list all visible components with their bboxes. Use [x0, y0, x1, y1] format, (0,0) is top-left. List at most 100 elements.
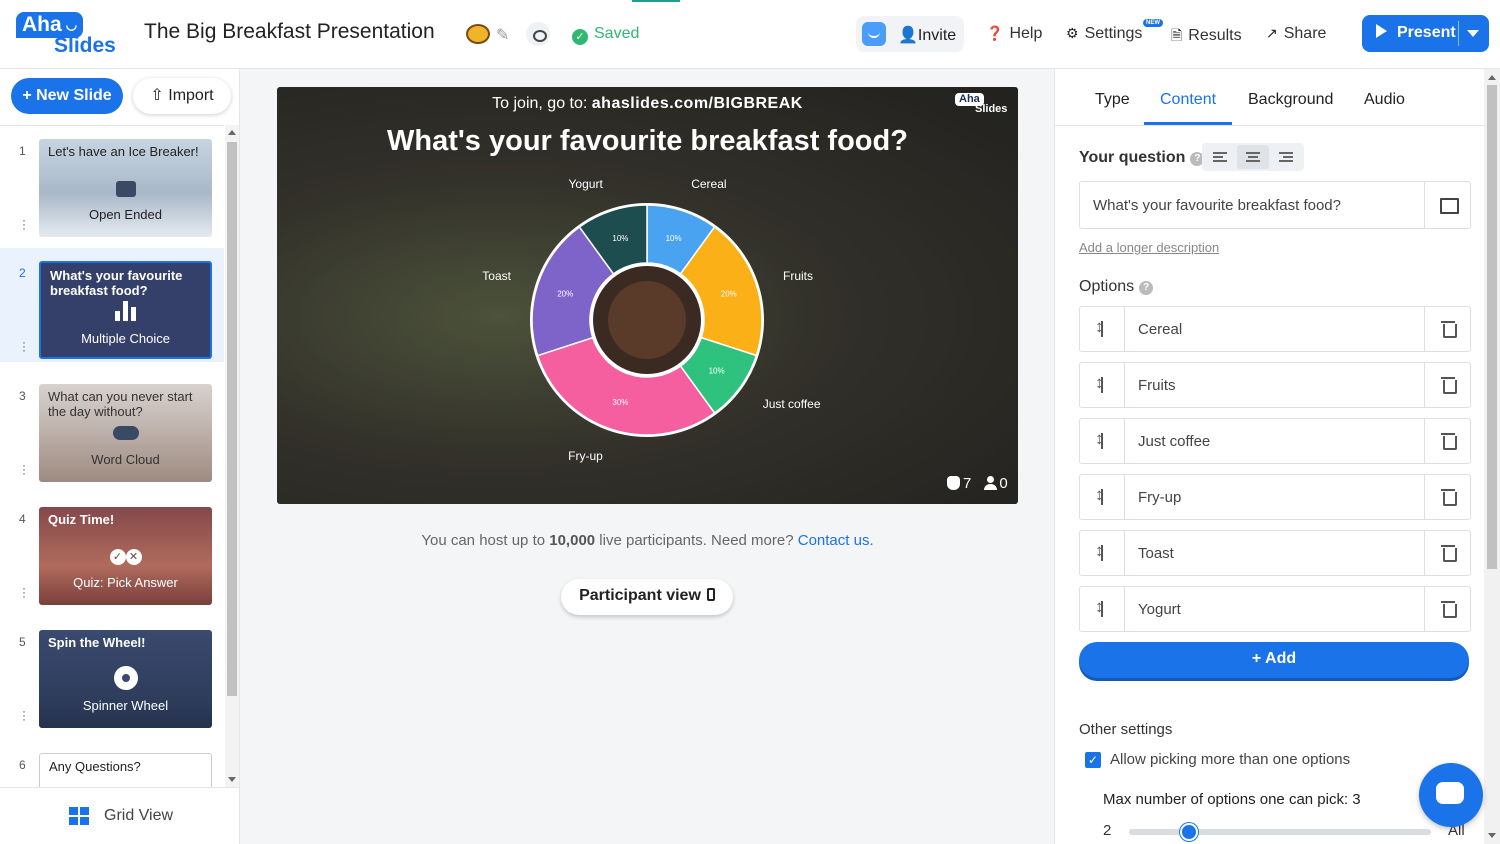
drag-handle-icon[interactable] [1080, 419, 1125, 463]
app-logo[interactable]: Aha ◡ Slides [16, 12, 124, 58]
slide-item-active[interactable]: 2 · · · What's your favourite breakfast fo… [0, 248, 224, 362]
preview-eye-icon[interactable] [526, 22, 550, 46]
chevron-down-icon[interactable] [1467, 30, 1479, 37]
scroll-thumb[interactable] [1487, 85, 1497, 569]
new-slide-button[interactable]: + New Slide [11, 78, 123, 114]
contact-us-link[interactable]: Contact us. [798, 532, 874, 549]
option-input[interactable]: Just coffee [1138, 433, 1210, 450]
open-ended-icon [115, 181, 136, 197]
option-input[interactable]: Fry-up [1138, 489, 1181, 506]
help-button[interactable]: ❓ Help [986, 25, 1042, 43]
option-input[interactable]: Cereal [1138, 321, 1182, 338]
settings-button[interactable]: ⚙ Settings [1066, 25, 1142, 43]
trash-icon[interactable] [1424, 307, 1471, 351]
presentation-title[interactable]: The Big Breakfast Presentation [144, 20, 435, 44]
slide-item[interactable]: 1 · · · Let's have an Ice Breaker! Open En… [0, 126, 224, 240]
slice-value-label: 10% [709, 367, 725, 376]
slide-item[interactable]: 3 · · · What can you never start the day w… [0, 371, 224, 485]
options-label: Options? [1079, 278, 1154, 296]
max-options-slider[interactable] [1129, 829, 1431, 835]
invite-group[interactable]: 👤Invite [856, 16, 964, 52]
grid-view-button[interactable]: Grid View [0, 787, 240, 844]
sidebar-scrollbar[interactable] [225, 125, 239, 787]
chatbot-icon[interactable] [862, 22, 886, 46]
trash-icon[interactable] [1424, 587, 1471, 631]
option-row[interactable]: Fry-up [1079, 474, 1471, 520]
question-input[interactable]: What's your favourite breakfast food? [1079, 181, 1471, 229]
slide-thumbnail[interactable]: Quiz Time! ✓ ✕ Quiz: Pick Answer [39, 507, 212, 605]
slide-type: Open Ended [88, 207, 162, 222]
option-row[interactable]: Toast [1079, 530, 1471, 576]
align-right-button[interactable] [1270, 145, 1302, 169]
logo-bottom: Slides [54, 34, 116, 57]
help-icon[interactable]: ? [1139, 281, 1154, 295]
scroll-up-icon[interactable] [228, 130, 236, 135]
trash-icon[interactable] [1424, 475, 1471, 519]
share-button[interactable]: ↗ Share [1266, 25, 1326, 43]
invite-button[interactable]: 👤Invite [898, 25, 956, 45]
align-left-button[interactable] [1204, 145, 1236, 169]
image-icon[interactable] [1424, 182, 1471, 228]
participant-view-button[interactable]: Participant view [561, 579, 733, 615]
results-donut-chart: 10% Cereal 20% Fruits 10% Just coffee 30% Fry-u… [482, 177, 821, 463]
option-row[interactable]: Fruits [1079, 362, 1471, 408]
slide-thumbnail[interactable]: Spin the Wheel! Spinner Wheel [39, 630, 212, 728]
slide-item[interactable]: 6 Any Questions? [0, 740, 224, 787]
drag-handle-icon[interactable] [1080, 475, 1125, 519]
tab-background[interactable]: Background [1248, 91, 1333, 109]
slide-thumbnail[interactable]: Any Questions? [39, 753, 212, 787]
panel-scrollbar[interactable] [1484, 69, 1500, 844]
progress-accent [632, 0, 680, 2]
slider-handle[interactable] [1180, 823, 1199, 841]
option-input[interactable]: Toast [1138, 545, 1174, 562]
drag-handle-icon[interactable]: · · · [22, 336, 26, 356]
drag-handle-icon[interactable] [1080, 531, 1125, 575]
slide-item[interactable]: 5 · · · Spin the Wheel! Spinner Wheel [0, 617, 224, 731]
slice-value-label: 10% [666, 234, 682, 243]
drag-handle-icon[interactable] [1080, 587, 1125, 631]
scroll-up-icon[interactable] [1488, 75, 1496, 80]
tab-content[interactable]: Content [1160, 91, 1216, 109]
scroll-thumb[interactable] [227, 142, 237, 696]
add-option-button[interactable]: + Add [1079, 642, 1469, 678]
drag-handle-icon[interactable] [1080, 307, 1125, 351]
allow-multiple-checkbox[interactable]: ✓ [1085, 752, 1101, 768]
align-center-button[interactable] [1237, 145, 1269, 169]
slide-thumbnail[interactable]: What's your favourite breakfast food? Mu… [39, 261, 212, 359]
slide-thumbnail[interactable]: What can you never start the day without… [39, 384, 212, 482]
scroll-down-icon[interactable] [1488, 833, 1496, 838]
scroll-down-icon[interactable] [228, 777, 236, 782]
slide-thumbnail[interactable]: Let's have an Ice Breaker! Open Ended [39, 139, 212, 237]
trash-icon[interactable] [1424, 363, 1471, 407]
option-row[interactable]: Just coffee [1079, 418, 1471, 464]
trash-icon[interactable] [1424, 419, 1471, 463]
tab-type[interactable]: Type [1095, 91, 1130, 109]
edit-title-icon[interactable]: ✎ [496, 25, 509, 45]
slide-title: Quiz Time! [48, 512, 115, 527]
present-button[interactable]: Present [1362, 15, 1489, 52]
results-button[interactable]: 🗎 Results [1171, 25, 1242, 49]
slide-title: Let's have an Ice Breaker! [48, 144, 199, 159]
grid-icon [69, 807, 89, 825]
option-input[interactable]: Yogurt [1138, 601, 1181, 618]
text-align-group [1202, 143, 1304, 171]
option-row[interactable]: Yogurt [1079, 586, 1471, 632]
add-user-icon: 👤 [898, 27, 918, 44]
slide-type: Multiple Choice [81, 331, 170, 346]
drag-handle-icon[interactable] [1080, 363, 1125, 407]
other-settings-label: Other settings [1079, 721, 1173, 738]
drag-handle-icon[interactable]: · · · [22, 582, 26, 602]
trash-icon[interactable] [1424, 531, 1471, 575]
add-description-link[interactable]: Add a longer description [1079, 240, 1219, 255]
drag-handle-icon[interactable]: · · · [22, 705, 26, 725]
question-label: Your question? [1079, 149, 1205, 167]
import-button[interactable]: ⇧ Import [133, 78, 231, 114]
option-row[interactable]: Cereal [1079, 306, 1471, 352]
drag-handle-icon[interactable]: · · · [22, 459, 26, 479]
slide-preview[interactable]: To join, go to: ahaslides.com/BIGBREAK A… [277, 87, 1018, 504]
tab-audio[interactable]: Audio [1364, 91, 1405, 109]
support-chat-icon[interactable] [1419, 763, 1483, 827]
option-input[interactable]: Fruits [1138, 377, 1176, 394]
slide-item[interactable]: 4 · · · Quiz Time! ✓ ✕ Quiz: Pick Answer [0, 494, 224, 608]
drag-handle-icon[interactable]: · · · [22, 214, 26, 234]
